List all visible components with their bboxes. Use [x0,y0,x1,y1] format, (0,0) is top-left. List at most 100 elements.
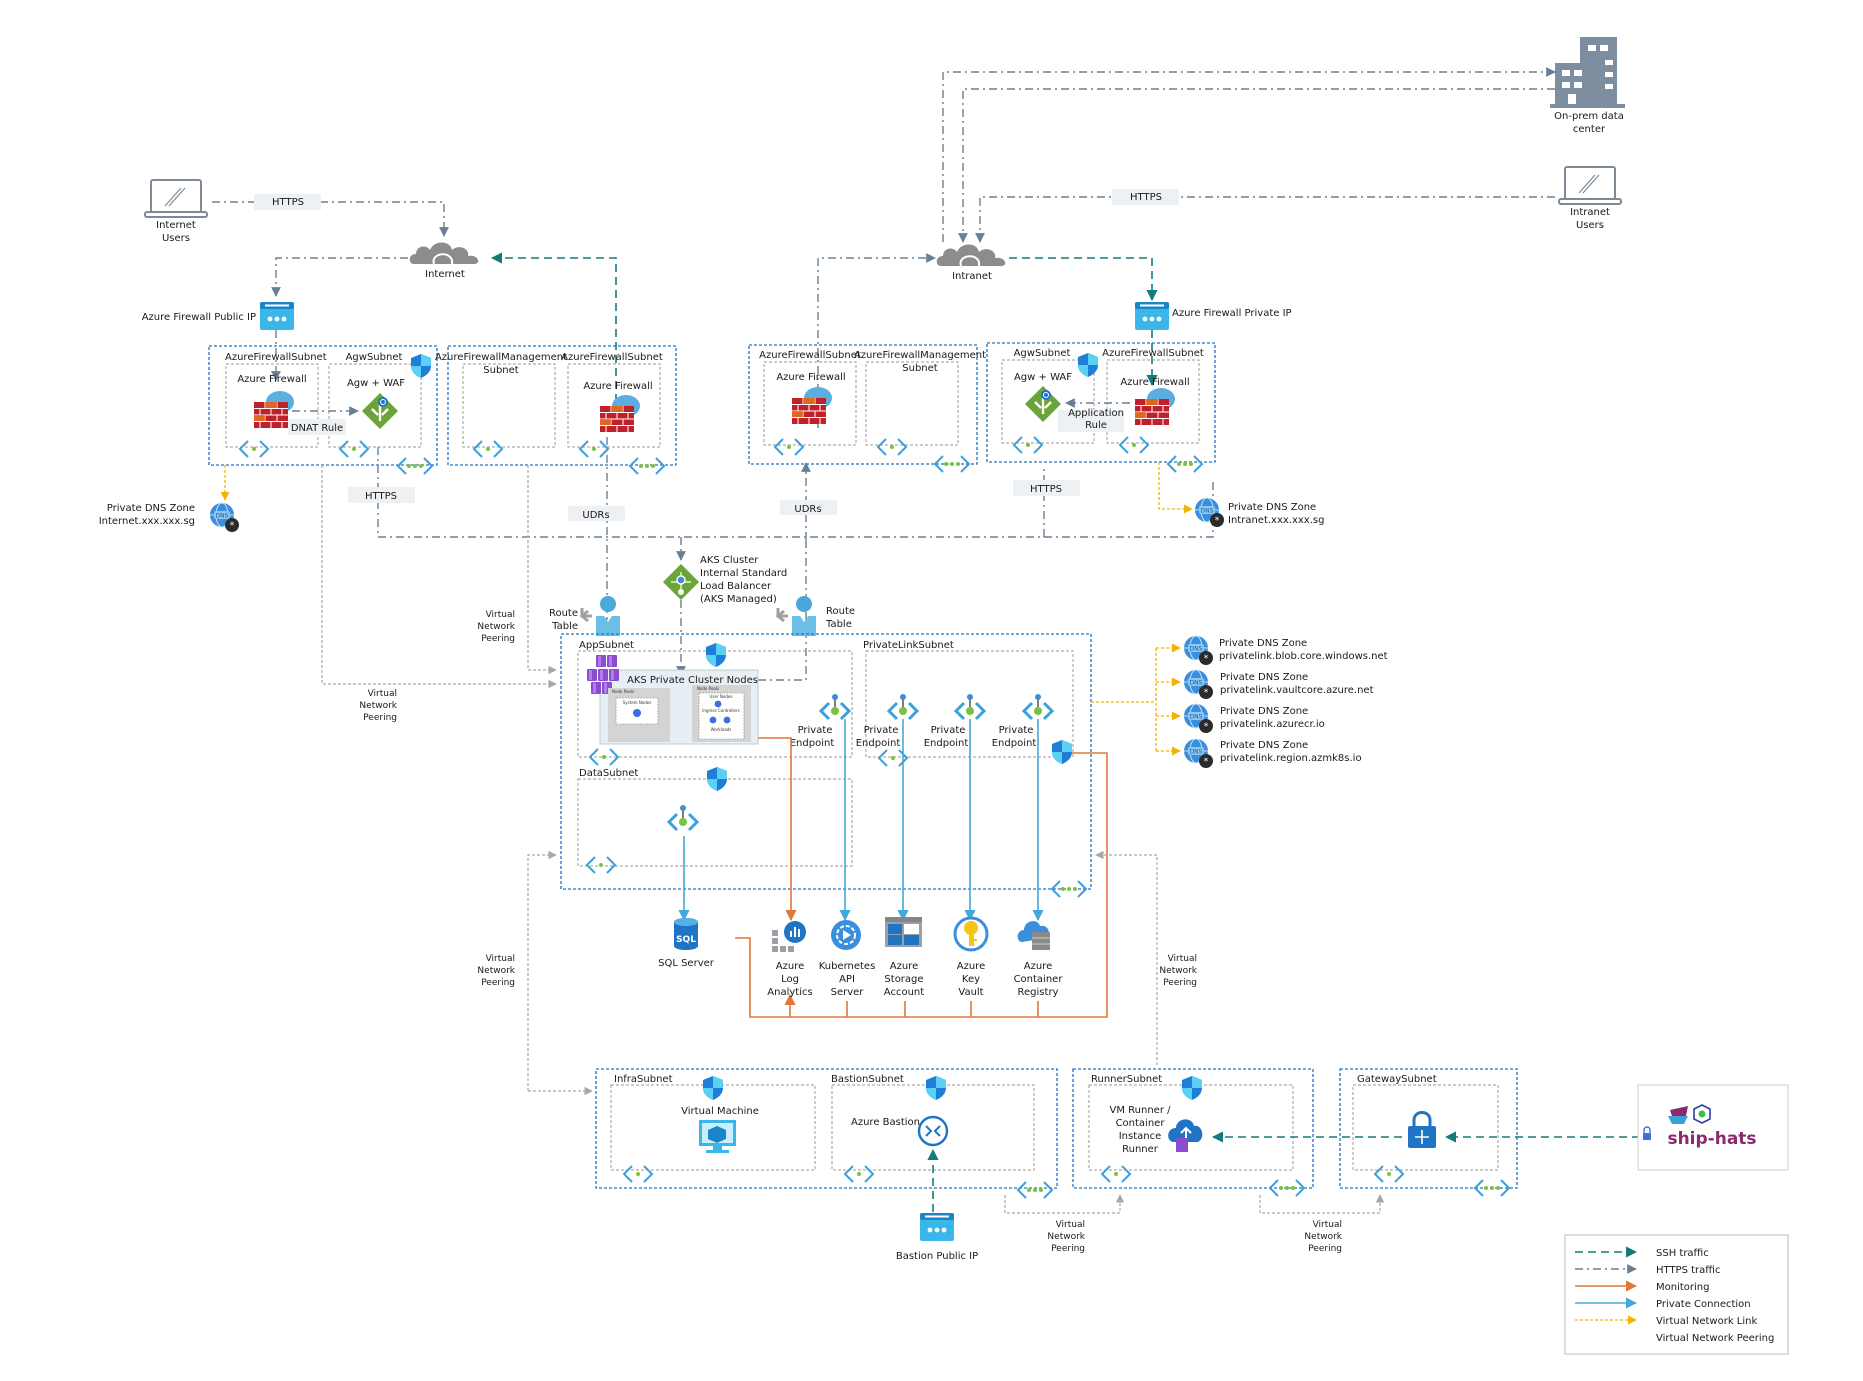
azure-firewall-icon[interactable] [791,386,833,425]
keyvault-label-2: Key [962,974,980,985]
vnet-icon [1167,455,1203,473]
aks-cluster-nodes[interactable]: AKS Private Cluster Nodes Node Pools Sys… [587,655,759,745]
k8s-label-1: Kubernetes [819,961,876,972]
dns-zone-vault: Private DNS Zone privatelink.vaultcore.a… [1183,669,1374,700]
peering-label: Virtual Network Peering [477,954,515,988]
svg-text:Virtual: Virtual [1313,1220,1342,1230]
https-flow-from-onprem [958,88,1555,243]
internet-users: Internet Users [144,179,208,244]
dns-zone-name: privatelink.blob.core.windows.net [1219,651,1388,662]
subnet-icon [579,440,609,458]
fw-public-ip-label: Azure Firewall Public IP [142,312,256,323]
legend-label: Monitoring [1656,1282,1709,1293]
virtual-machine-icon[interactable] [699,1120,736,1153]
peering-runner-aks [1095,850,1158,1065]
laptop-icon [1558,166,1622,205]
dnat-rule-label: DNAT Rule [291,423,343,434]
private-link-subnet-label: PrivateLinkSubnet [863,640,954,651]
dns-zone-name: privatelink.vaultcore.azure.net [1220,685,1374,696]
sql-server[interactable]: SQL SQL Server [658,918,715,969]
internet-users-label-1: Internet [156,220,196,231]
private-endpoint-icon[interactable] [954,692,986,721]
dns-zone-acr: Private DNS Zone privatelink.azurecr.io [1183,703,1325,734]
kubernetes-api-server[interactable]: Kubernetes API Server [819,920,876,998]
vnet-link-flow [1158,462,1193,514]
private-endpoint-icon[interactable] [667,803,699,832]
dns-zone-title: Private DNS Zone [1220,706,1308,717]
udrs-tag-right: UDRs [794,504,821,515]
vpn-gateway-icon[interactable] [1408,1111,1436,1149]
dns-zone-icon [1183,635,1214,666]
svg-text:Network: Network [1047,1232,1085,1242]
route-table-right-1: Route [826,606,855,617]
cloud-icon [408,241,480,265]
legend-label: Private Connection [1656,1299,1751,1310]
vnet-icon [629,457,665,475]
container-registry[interactable]: Azure Container Registry [1014,921,1064,998]
ship-hats-logo[interactable]: ship-hats [1637,1084,1789,1171]
fw-management-subnet [462,363,556,448]
private-endpoint-icon[interactable] [1022,692,1054,721]
subnet-icon [623,1165,653,1183]
subnet-fw-label: AzureFirewallSubnet [225,352,327,363]
log-label-2: Log [781,974,799,985]
svg-text:Virtual: Virtual [486,954,515,964]
private-endpoint-icon[interactable] [887,692,919,721]
ssh-flow-to-internet [490,252,617,428]
svg-text:Network: Network [1304,1232,1342,1242]
peering-infra-aks [527,850,557,1091]
vm-label: Virtual Machine [681,1106,759,1117]
udrs-tag-left: UDRs [582,510,609,521]
pe-label-4a: Private [999,725,1034,736]
app-gateway-icon[interactable] [1023,384,1063,424]
intranet-users: Intranet Users [1558,166,1622,231]
subnet-icon [1101,1165,1131,1183]
pe-label-2a: Private [864,725,899,736]
private-endpoint-icon[interactable] [819,692,851,721]
sql-label: SQL Server [658,958,715,969]
subnet-icon [1374,1165,1404,1183]
runner-label-3: Instance [1119,1131,1162,1142]
vnet-infra [595,1068,1058,1189]
svg-text:Virtual: Virtual [1056,1220,1085,1230]
storage-account[interactable]: Azure Storage Account [884,917,924,998]
internet-cloud: Internet [408,241,480,280]
vnet-intranet-hub-2 [986,342,1216,463]
dns-zone-icon [1194,497,1225,528]
monitoring-stubs [846,1001,1039,1017]
svg-text:Peering: Peering [363,713,397,723]
peering-label: Virtual Network Peering [1047,1220,1085,1254]
user-nodes-label: User Nodes [710,694,733,699]
key-vault[interactable]: Azure Key Vault [953,916,989,998]
onprem-label-2: center [1573,124,1606,135]
dns-zone-internet-1: Private DNS Zone [107,503,195,514]
azure-firewall-icon[interactable] [1134,387,1176,426]
load-balancer-icon[interactable] [662,563,700,601]
route-table-icon [580,594,622,638]
container-instance-icon[interactable] [1168,1119,1203,1152]
log-analytics[interactable]: Azure Log Analytics [767,921,813,998]
legend-label: Virtual Network Peering [1656,1333,1774,1344]
app-gateway-icon[interactable] [360,391,400,431]
subnet-agw-label: AgwSubnet [346,352,403,363]
intranet-subnet-fw2-label: AzureFirewallSubnet [1102,348,1204,359]
svg-text:Network: Network [477,622,515,632]
peering-gateway-runner [1259,1194,1385,1214]
fw-management-subnet [865,361,959,446]
azure-bastion-icon[interactable] [917,1115,949,1147]
firewall2-label: Azure Firewall [583,381,652,392]
svg-text:SQL: SQL [676,935,696,945]
azure-firewall-icon[interactable] [599,394,641,433]
subnet-fw2-label: AzureFirewallSubnet [561,352,663,363]
svg-text:Virtual: Virtual [368,689,397,699]
dns-zone-icon [209,502,240,533]
intranet-subnet-mgmt-label-2: Subnet [902,363,938,374]
bastion-ip-label: Bastion Public IP [896,1251,978,1262]
fw-private-ip-label: Azure Firewall Private IP [1172,308,1292,319]
dns-zone-intranet-1: Private DNS Zone [1228,502,1316,513]
monitoring-flow-aks [758,737,797,922]
https-flow-intranet-users [975,196,1555,243]
acr-label-2: Container [1014,974,1064,985]
dns-zone-intranet-2: Intranet.xxx.xxx.sg [1228,515,1324,526]
dns-zone-title: Private DNS Zone [1220,672,1308,683]
